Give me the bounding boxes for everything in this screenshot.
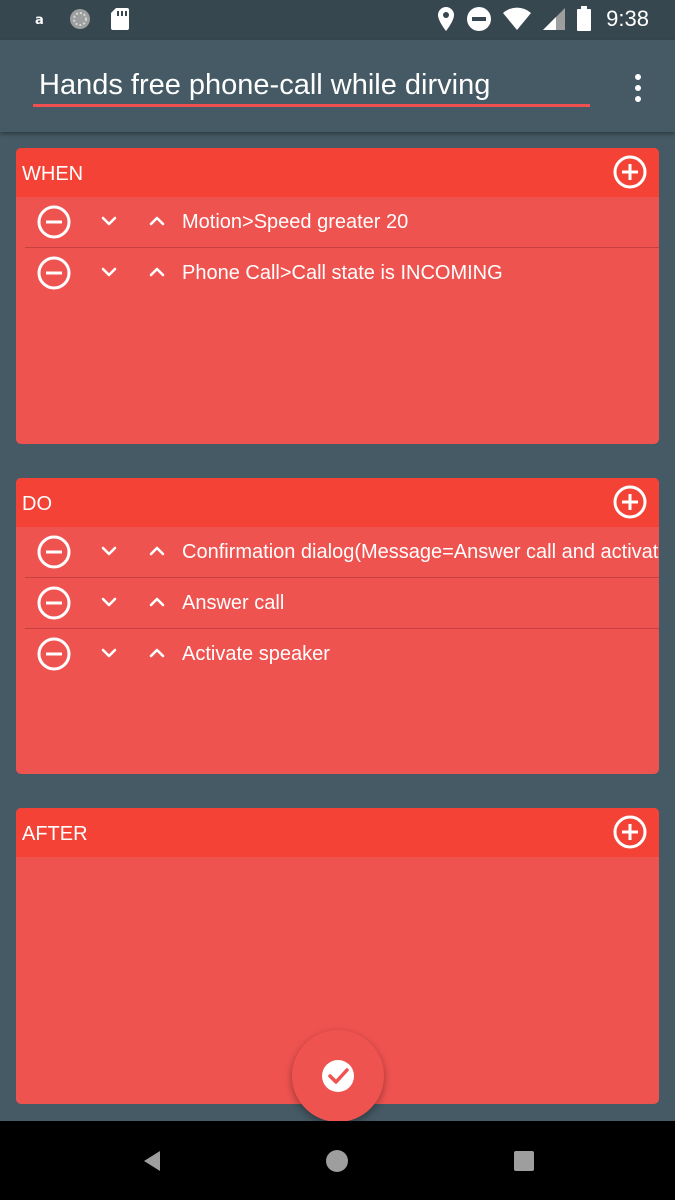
location-icon [438, 7, 455, 31]
svg-text:a: a [35, 13, 44, 27]
remove-icon[interactable] [37, 256, 71, 290]
do-not-disturb-icon [467, 7, 492, 31]
list-item[interactable]: Phone Call>Call state is INCOMING [25, 248, 659, 299]
save-button[interactable] [292, 1030, 384, 1122]
navigation-bar [0, 1121, 675, 1200]
list-item[interactable]: Activate speaker [25, 629, 659, 680]
chevron-up-icon[interactable] [145, 641, 169, 665]
chevron-up-icon[interactable] [145, 209, 169, 233]
list-item[interactable]: Motion>Speed greater 20 [25, 197, 659, 248]
battery-icon [577, 6, 592, 31]
sync-icon [70, 9, 90, 29]
chevron-up-icon[interactable] [145, 590, 169, 614]
action-label: Activate speaker [182, 643, 330, 665]
chevron-down-icon[interactable] [97, 260, 121, 284]
add-do-button[interactable] [613, 485, 647, 519]
when-header: WHEN [16, 148, 659, 197]
action-label: Confirmation dialog(Message=Answer call … [182, 541, 659, 563]
action-label: Answer call [182, 592, 285, 614]
back-icon[interactable] [138, 1147, 166, 1175]
chevron-up-icon[interactable] [145, 260, 169, 284]
chevron-down-icon[interactable] [97, 539, 121, 563]
condition-label: Motion>Speed greater 20 [182, 211, 409, 233]
chevron-down-icon[interactable] [97, 590, 121, 614]
when-title: WHEN [22, 163, 84, 185]
more-vert-icon[interactable] [624, 70, 652, 106]
do-card: DO Confirmation dialog(Message=Answer ca… [16, 478, 659, 774]
list-item[interactable]: Confirmation dialog(Message=Answer call … [25, 527, 659, 578]
condition-label: Phone Call>Call state is INCOMING [182, 262, 503, 284]
chevron-down-icon[interactable] [97, 641, 121, 665]
check-icon [322, 1060, 354, 1092]
when-card: WHEN Motion>Speed greater 20 Phone Call> [16, 148, 659, 444]
home-icon[interactable] [323, 1147, 351, 1175]
sd-card-icon [111, 8, 129, 30]
do-title: DO [22, 493, 52, 515]
automation-title-input[interactable]: Hands free phone-call while dirving [33, 66, 590, 107]
do-header: DO [16, 478, 659, 527]
app-bar: Hands free phone-call while dirving [0, 40, 675, 132]
signal-icon [543, 8, 566, 30]
remove-icon[interactable] [37, 637, 71, 671]
add-when-button[interactable] [613, 155, 647, 189]
remove-icon[interactable] [37, 205, 71, 239]
clock: 9:38 [606, 6, 649, 31]
after-header: AFTER [16, 808, 659, 857]
add-after-button[interactable] [613, 815, 647, 849]
list-item[interactable]: Answer call [25, 578, 659, 629]
status-bar: a 9:38 [0, 0, 675, 40]
wifi-icon [503, 7, 532, 30]
chevron-up-icon[interactable] [145, 539, 169, 563]
remove-icon[interactable] [37, 535, 71, 569]
remove-icon[interactable] [37, 586, 71, 620]
translate-icon: a [35, 13, 44, 27]
chevron-down-icon[interactable] [97, 209, 121, 233]
after-title: AFTER [22, 823, 88, 845]
recents-icon[interactable] [510, 1147, 538, 1175]
